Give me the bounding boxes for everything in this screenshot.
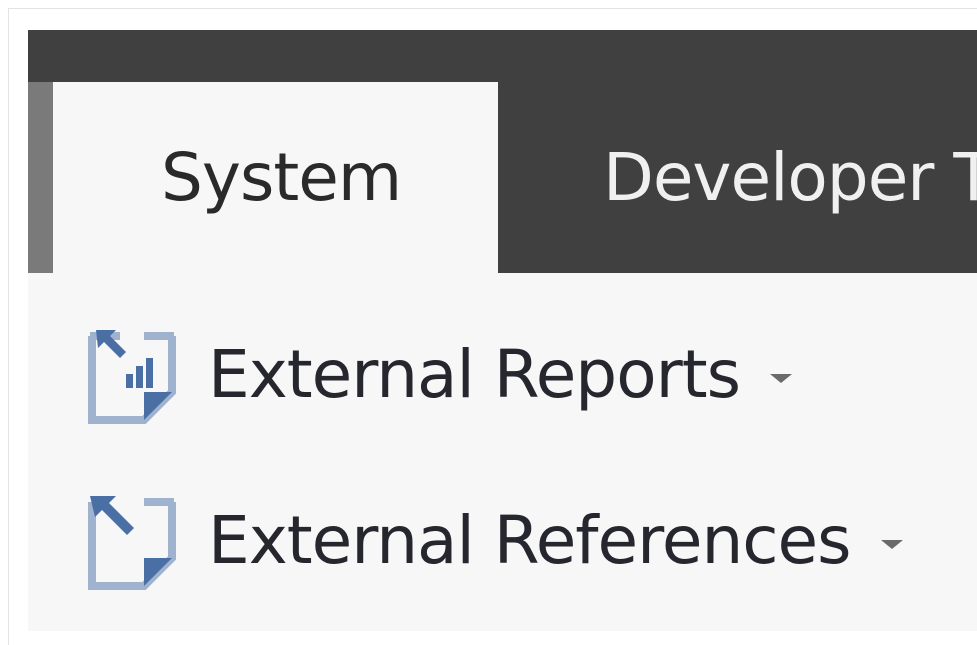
external-references-button[interactable]: External References: [86, 485, 903, 595]
ribbon-title-bar: [28, 30, 977, 82]
tab-system[interactable]: System: [53, 82, 498, 273]
ribbon-body: External Reports External References: [28, 273, 977, 631]
external-reports-dropdown-icon[interactable]: [769, 373, 792, 383]
ribbon-tab-row: System Developer T: [28, 82, 977, 273]
tab-developer-tools-label: Developer T: [603, 139, 977, 216]
tab-row-left-edge: [28, 82, 53, 273]
external-references-dropdown-icon[interactable]: [880, 539, 903, 549]
tab-system-label: System: [161, 139, 402, 216]
external-references-label: External References: [208, 501, 852, 579]
external-reports-label: External Reports: [208, 335, 741, 413]
external-references-icon: [88, 496, 176, 590]
external-reports-icon: [88, 330, 176, 424]
tab-developer-tools[interactable]: Developer T: [498, 82, 977, 273]
external-reports-button[interactable]: External Reports: [86, 319, 792, 429]
